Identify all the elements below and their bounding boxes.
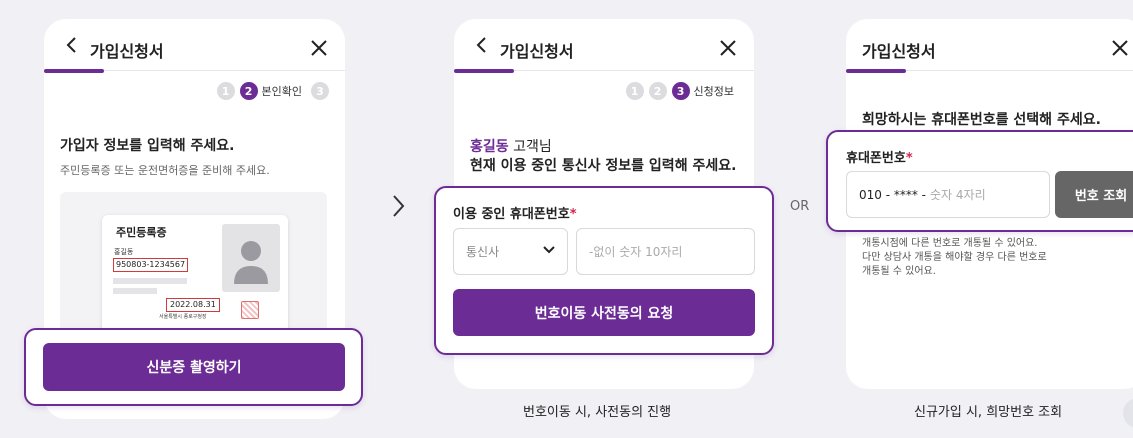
step-dot: 1 xyxy=(216,82,235,100)
number-lookup-highlight: 휴대폰번호* 010 - **** - 숫자 4자리 번호 조회 xyxy=(826,130,1133,232)
chevron-right-icon xyxy=(393,195,405,217)
id-card-date: 2022.08.31 xyxy=(166,298,220,312)
id-photo-icon xyxy=(222,224,280,292)
phone-form-highlight: 이용 중인 휴대폰번호* 통신사 -없이 숫자 10자리 번호이동 사전동의 요… xyxy=(434,186,774,355)
step-dot: 3 xyxy=(311,82,329,100)
step-label: 신청정보 xyxy=(693,85,734,98)
id-card-issuer: 서울특별시 종로구청장 xyxy=(159,314,207,320)
caption: 신규가입 시, 희망번호 조회 xyxy=(914,405,1063,420)
page-title: 가입신청서 xyxy=(862,42,936,61)
customer-suffix: 고객님 xyxy=(508,139,552,155)
heading: 가입자 정보를 입력해 주세요. xyxy=(60,138,235,154)
or-label: OR xyxy=(790,199,810,214)
progress-bar xyxy=(846,69,906,73)
page-title: 가입신청서 xyxy=(90,42,164,61)
chevron-down-icon xyxy=(543,246,555,254)
step-dot: 2 xyxy=(648,82,667,100)
capture-highlight: 신분증 촬영하기 xyxy=(24,328,363,406)
seal-icon xyxy=(241,301,259,319)
progress-bar xyxy=(44,69,104,73)
notice-line: 다만 상담사 개통을 해야할 경우 다른 번호로 xyxy=(862,252,1047,263)
carrier-select-value: 통신사 xyxy=(466,245,500,259)
carrier-select[interactable]: 통신사 xyxy=(453,228,568,275)
id-card-number: 950803-1234567 xyxy=(113,258,189,272)
transfer-consent-button[interactable]: 번호이동 사전동의 요청 xyxy=(453,289,755,336)
header: 가입신청서 xyxy=(454,19,754,71)
id-card-name: 홍길동 xyxy=(114,248,134,256)
field-label: 이용 중인 휴대폰번호* xyxy=(453,207,577,222)
phone-input[interactable]: -없이 숫자 10자리 xyxy=(576,228,755,275)
phone-prefix: 010 - **** - xyxy=(859,187,927,202)
notice-text: 개통시점에 다른 번호로 개통될 수 있어요. 다만 상담사 개통을 해야할 경… xyxy=(862,237,1047,279)
subtext: 주민등록증 또는 운전면허증을 준비해 주세요. xyxy=(60,164,270,177)
close-icon[interactable] xyxy=(309,38,329,58)
number-lookup-button[interactable]: 번호 조회 xyxy=(1055,171,1133,218)
id-card: 주민등록증 홍길동 950803-1234567 2022.08.31 서울특별… xyxy=(102,215,288,339)
id-card-title: 주민등록증 xyxy=(116,226,167,239)
caption: 번호이동 시, 사전동의 진행 xyxy=(523,405,672,420)
id-card-line xyxy=(113,278,187,284)
id-card-line xyxy=(113,288,157,294)
capture-id-button[interactable]: 신분증 촬영하기 xyxy=(43,343,345,391)
close-icon[interactable] xyxy=(718,38,738,58)
customer-name: 홍길동 xyxy=(470,139,509,155)
scroll-button[interactable] xyxy=(1123,398,1133,428)
chevron-left-icon[interactable] xyxy=(472,35,492,55)
step-dot-active: 3 xyxy=(671,82,690,100)
customer-greeting: 홍길동 고객님 xyxy=(470,136,552,156)
close-icon[interactable] xyxy=(1110,38,1130,58)
heading: 희망하시는 휴대폰번호를 선택해 주세요. xyxy=(862,112,1101,128)
step-dot: 1 xyxy=(625,82,644,100)
progress-bar xyxy=(454,69,514,73)
step-label: 본인확인 xyxy=(261,85,302,98)
chevron-left-icon[interactable] xyxy=(62,35,82,55)
id-card-illustration: 주민등록증 홍길동 950803-1234567 2022.08.31 서울특별… xyxy=(60,192,327,342)
phone-lookup-input[interactable]: 010 - **** - 숫자 4자리 xyxy=(846,171,1050,218)
step-dot-active: 2 xyxy=(239,82,258,100)
heading: 현재 이용 중인 통신사 정보를 입력해 주세요. xyxy=(470,158,737,174)
notice-line: 개통될 수 있어요. xyxy=(862,266,936,277)
page-title: 가입신청서 xyxy=(500,42,574,61)
step-indicator: 1 2 본인확인 3 xyxy=(216,82,329,100)
phone-input-placeholder: -없이 숫자 10자리 xyxy=(589,245,683,259)
phone-lookup-placeholder: 숫자 4자리 xyxy=(930,188,986,202)
field-label: 휴대폰번호* xyxy=(846,151,913,166)
header: 가입신청서 xyxy=(44,19,345,71)
step-indicator: 1 2 3 신청정보 xyxy=(625,82,738,100)
notice-line: 개통시점에 다른 번호로 개통될 수 있어요. xyxy=(862,238,1038,249)
header: 가입신청서 xyxy=(846,19,1133,71)
